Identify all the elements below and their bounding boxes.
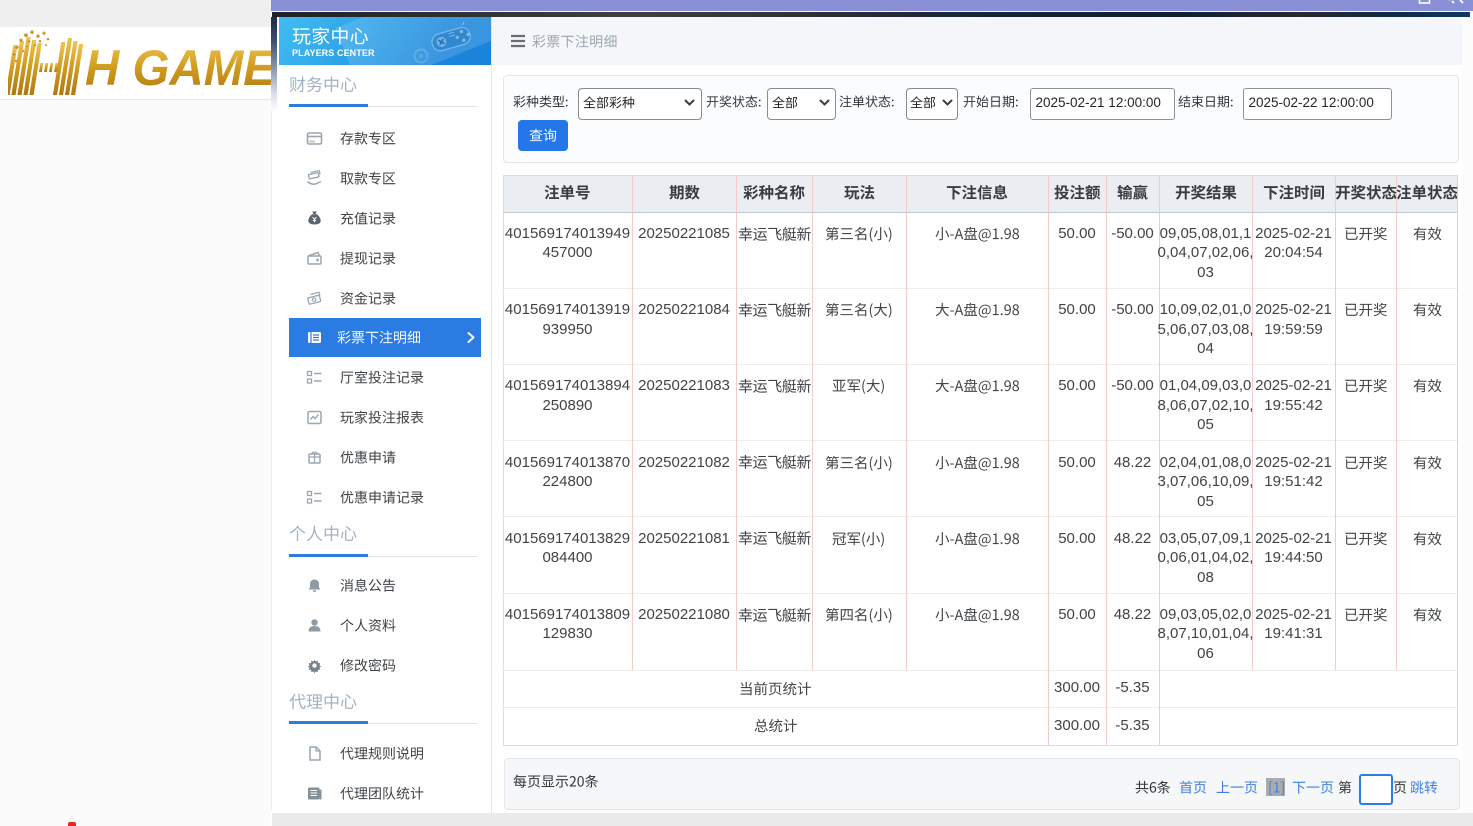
svg-text:H GAME: H GAME [85, 41, 271, 96]
